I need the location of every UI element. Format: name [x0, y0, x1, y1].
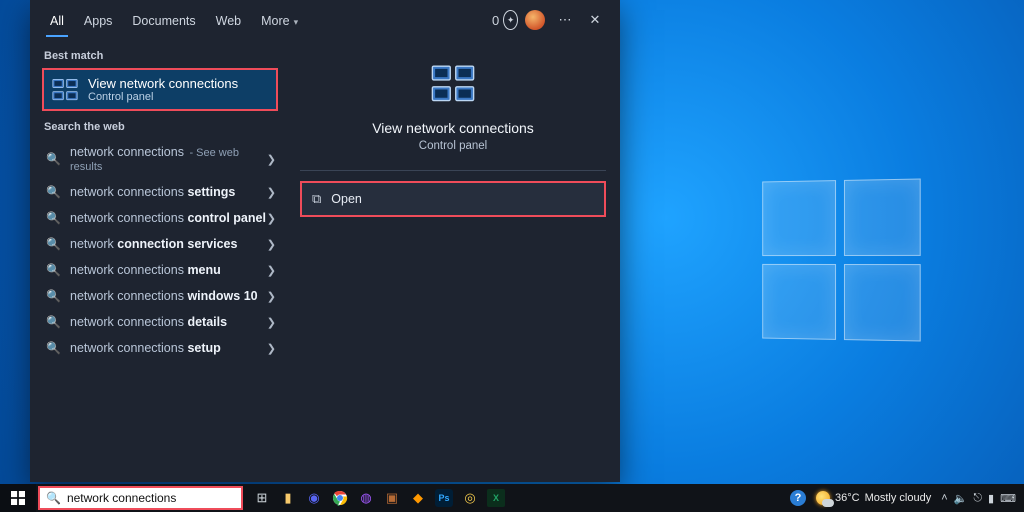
preview-pane: View network connections Control panel ⧉…	[286, 40, 620, 482]
best-match-subtitle: Control panel	[88, 91, 238, 103]
best-match-result[interactable]: View network connections Control panel	[42, 68, 278, 111]
search-icon: 🔍	[46, 152, 60, 166]
windows-logo	[762, 178, 920, 341]
tab-apps[interactable]: Apps	[76, 4, 121, 37]
volume-icon[interactable]: 🔈	[954, 492, 968, 505]
web-result-0[interactable]: 🔍 network connections - See web results❯	[42, 139, 278, 179]
web-result-text: network connections settings	[70, 185, 235, 199]
web-result-text: network connections - See web results	[70, 145, 274, 173]
language-icon[interactable]: ⌨	[1000, 492, 1016, 505]
taskbar-search-box[interactable]: 🔍 network connections	[38, 486, 243, 510]
weather-temp: 36°C	[835, 492, 860, 504]
preview-subtitle: Control panel	[419, 140, 487, 152]
search-tabs: All Apps Documents Web More 0 ✦ ⋯ ✕	[30, 0, 620, 40]
tab-all[interactable]: All	[42, 4, 72, 37]
web-result-text: network connections setup	[70, 341, 221, 355]
rewards-points[interactable]: 0 ✦	[492, 7, 518, 33]
close-button[interactable]: ✕	[582, 7, 608, 33]
tab-more[interactable]: More	[253, 4, 306, 37]
web-result-4[interactable]: 🔍 network connections menu ❯	[42, 257, 278, 283]
chevron-right-icon: ❯	[267, 342, 276, 355]
discord-icon[interactable]: ◉	[305, 489, 323, 507]
user-avatar[interactable]	[522, 7, 548, 33]
chrome-canary-icon[interactable]: ◎	[461, 489, 479, 507]
chevron-right-icon: ❯	[267, 238, 276, 251]
web-result-3[interactable]: 🔍 network connection services ❯	[42, 231, 278, 257]
taskbar: 🔍 network connections ⊞ ▮ ◉ ◍ ▣ ◆ Ps ◎ X…	[0, 484, 1024, 512]
rewards-icon: ✦	[503, 10, 518, 30]
chevron-right-icon: ❯	[267, 153, 276, 166]
separator	[300, 170, 606, 171]
more-options-button[interactable]: ⋯	[552, 7, 578, 33]
web-result-text: network connection services	[70, 237, 237, 251]
photoshop-icon[interactable]: Ps	[435, 489, 453, 507]
open-action[interactable]: ⧉ Open	[300, 181, 606, 217]
search-the-web-label: Search the web	[44, 121, 278, 133]
system-tray[interactable]: ˄ 🔈 ⎋ ▮ ⌨	[941, 492, 1016, 505]
excel-icon[interactable]: X	[487, 489, 505, 507]
web-result-2[interactable]: 🔍 network connections control panel❯	[42, 205, 278, 231]
app-icon-generic[interactable]: ▣	[383, 489, 401, 507]
tray-chevron-icon[interactable]: ˄	[941, 492, 947, 505]
start-button[interactable]	[0, 484, 36, 512]
file-explorer-icon[interactable]: ▮	[279, 489, 297, 507]
best-match-label: Best match	[44, 50, 278, 62]
chrome-icon[interactable]	[331, 489, 349, 507]
search-icon: 🔍	[46, 185, 60, 199]
web-result-7[interactable]: 🔍 network connections setup ❯	[42, 335, 278, 361]
web-result-6[interactable]: 🔍 network connections details ❯	[42, 309, 278, 335]
web-result-5[interactable]: 🔍 network connections windows 10 ❯	[42, 283, 278, 309]
search-icon: 🔍	[46, 263, 60, 277]
network-connections-icon	[52, 77, 78, 103]
results-left-column: Best match View network connec	[30, 40, 286, 482]
preview-icon	[425, 62, 481, 106]
chevron-right-icon: ❯	[267, 290, 276, 303]
taskbar-search-query: network connections	[67, 491, 176, 505]
search-icon: 🔍	[46, 289, 60, 303]
help-icon[interactable]: ?	[790, 490, 806, 506]
open-icon: ⧉	[312, 191, 321, 207]
tab-documents[interactable]: Documents	[124, 4, 203, 37]
web-result-text: network connections menu	[70, 263, 221, 277]
web-result-1[interactable]: 🔍 network connections settings ❯	[42, 179, 278, 205]
battery-icon[interactable]: ▮	[988, 492, 994, 505]
rewards-points-value: 0	[492, 13, 499, 28]
chevron-right-icon: ❯	[267, 264, 276, 277]
figma-icon[interactable]: ◍	[357, 489, 375, 507]
web-result-text: network connections control panel	[70, 211, 266, 225]
web-result-text: network connections details	[70, 315, 227, 329]
chevron-right-icon: ❯	[267, 212, 276, 225]
search-icon: 🔍	[46, 341, 60, 355]
search-icon: 🔍	[46, 315, 60, 329]
taskbar-pinned-apps: ⊞ ▮ ◉ ◍ ▣ ◆ Ps ◎ X	[253, 489, 505, 507]
network-tray-icon[interactable]: ⎋	[973, 492, 982, 505]
best-match-title: View network connections	[88, 76, 238, 91]
taskbar-weather[interactable]: 36°C Mostly cloudy	[816, 491, 931, 505]
open-label: Open	[331, 192, 362, 206]
search-icon: 🔍	[46, 211, 60, 225]
preview-title: View network connections	[372, 120, 534, 136]
start-search-panel: All Apps Documents Web More 0 ✦ ⋯ ✕ Best…	[30, 0, 620, 482]
weather-text: Mostly cloudy	[865, 492, 932, 504]
tab-web[interactable]: Web	[208, 4, 249, 37]
web-result-text: network connections windows 10	[70, 289, 258, 303]
search-icon: 🔍	[46, 491, 61, 505]
task-view-icon[interactable]: ⊞	[253, 489, 271, 507]
chevron-right-icon: ❯	[267, 316, 276, 329]
sublime-icon[interactable]: ◆	[409, 489, 427, 507]
weather-icon	[816, 491, 830, 505]
chevron-right-icon: ❯	[267, 186, 276, 199]
search-icon: 🔍	[46, 237, 60, 251]
